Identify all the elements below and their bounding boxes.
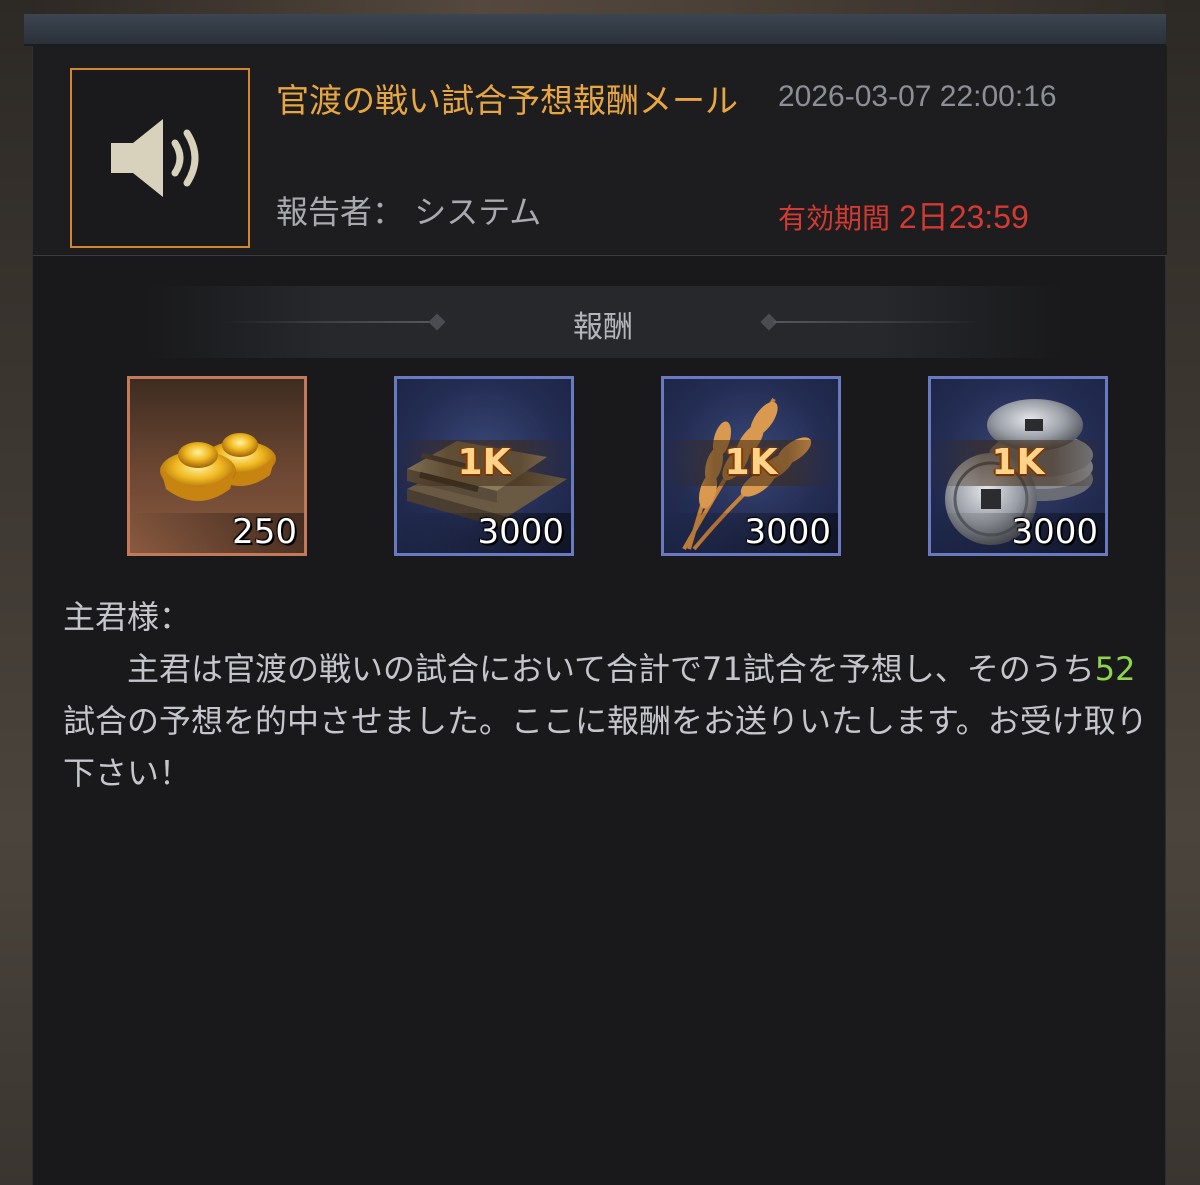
expiry-label: 有効期間	[778, 202, 899, 235]
background-right	[1164, 0, 1200, 1185]
mail-title: 官渡の戦い試合予想報酬メール	[276, 81, 738, 120]
mail-reporter: 報告者： システム	[276, 190, 541, 234]
mail-header: 官渡の戦い試合予想報酬メール 2026-03-07 22:00:16 報告者： …	[33, 46, 1167, 256]
item-quantity: 3000	[744, 512, 831, 552]
reporter-name: システム	[414, 193, 542, 231]
item-badge: 1K	[661, 440, 841, 486]
item-quantity: 3000	[477, 512, 564, 552]
reward-item-food[interactable]: 1K 3000	[661, 376, 841, 556]
reward-item-gold[interactable]: 250	[127, 376, 307, 556]
reward-heading-label: 報酬	[573, 310, 633, 345]
body-salutation: 主君様：	[63, 598, 192, 636]
divider-right	[773, 321, 983, 323]
mail-body: 主君様： 主君は官渡の戦いの試合において合計で71試合を予想し、そのうち52 試合…	[63, 591, 1153, 799]
window-top-bar	[24, 14, 1166, 46]
body-paragraph: 主君は官渡の戦いの試合において合計で71試合を予想し、そのうち52 試合の予想を的…	[63, 643, 1153, 799]
reward-item-silver[interactable]: 1K 3000	[928, 376, 1108, 556]
item-quantity: 250	[232, 512, 297, 552]
reward-item-wood[interactable]: 1K 3000	[394, 376, 574, 556]
reporter-label: 報告者：	[276, 193, 405, 231]
expiry-value: 2日23:59	[898, 199, 1029, 235]
item-badge: 1K	[928, 440, 1108, 486]
background-left	[0, 0, 32, 1185]
body-text-part1: 主君は官渡の戦いの試合において合計で71試合を予想し、そのうち	[127, 650, 1095, 688]
body-text-part2: 試合の予想を的中させました。ここに報酬をお送りいたします。お受け取り下さい！	[63, 702, 1148, 792]
body-highlight-count: 52	[1094, 650, 1136, 688]
reward-heading: 報酬	[143, 286, 1063, 358]
mail-date: 2026-03-07 22:00:16	[778, 80, 1057, 113]
mail-expiry: 有効期間 2日23:59	[778, 196, 1029, 240]
mail-icon-box	[70, 68, 250, 248]
mail-panel: 官渡の戦い試合予想報酬メール 2026-03-07 22:00:16 報告者： …	[32, 46, 1167, 1185]
item-quantity: 3000	[1011, 512, 1098, 552]
item-badge: 1K	[394, 440, 574, 486]
speaker-icon	[111, 119, 199, 197]
